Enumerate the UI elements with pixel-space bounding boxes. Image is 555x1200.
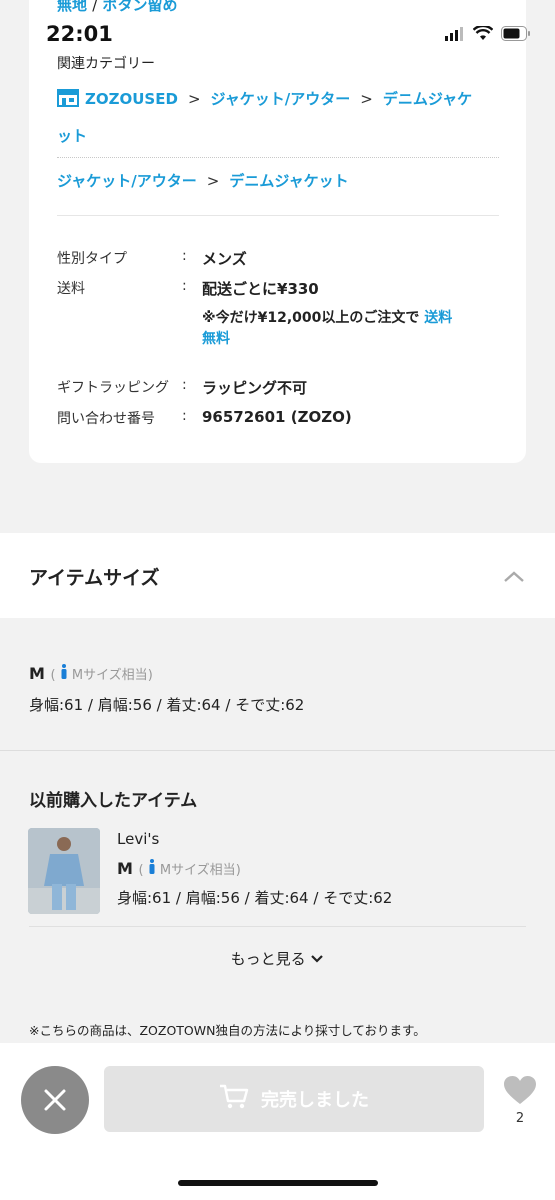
previous-items-title: 以前購入したアイテム xyxy=(29,791,198,811)
size-equivalent: ( Mサイズ相当) xyxy=(139,859,241,878)
spec-value: 96572601 (ZOZO) xyxy=(202,408,352,426)
breadcrumb-zozoused: ZOZOUSED > ジャケット/アウター > デニムジャケット xyxy=(57,82,502,153)
spec-colon: : xyxy=(182,278,187,294)
breadcrumb-category: ジャケット/アウター > デニムジャケット xyxy=(57,164,502,198)
bottom-action-bar: 完売しました 2 xyxy=(0,1043,555,1200)
spec-value: ラッピング不可 xyxy=(202,379,308,397)
sold-out-button: 完売しました xyxy=(104,1066,484,1132)
wifi-icon xyxy=(472,24,494,45)
previous-item-size: M ( Mサイズ相当) xyxy=(117,859,241,878)
size-equivalent-text: Mサイズ相当 xyxy=(159,863,236,878)
heart-icon xyxy=(503,1076,537,1109)
close-button[interactable] xyxy=(21,1066,89,1134)
spec-value: メンズ xyxy=(202,250,247,268)
shipping-note-text: ※今だけ¥12,000以上のご注文で xyxy=(202,310,420,326)
favorite-button[interactable]: 2 xyxy=(502,1075,538,1126)
section-divider xyxy=(0,750,555,751)
show-more-button[interactable]: もっと見る xyxy=(0,948,555,969)
breadcrumb-separator: > xyxy=(187,90,201,108)
previous-item-thumbnail[interactable] xyxy=(28,828,100,914)
person-icon xyxy=(148,859,160,878)
breadcrumb-subcategory-link[interactable]: デニムジャケ xyxy=(383,90,472,108)
divider xyxy=(57,215,499,216)
status-icons xyxy=(445,24,531,45)
spec-label: 性別タイプ xyxy=(57,251,127,267)
breadcrumb-separator: / xyxy=(92,0,98,14)
measurement-footnote: ※こちらの商品は、ZOZOTOWN独自の方法により採寸しております。 xyxy=(29,1023,426,1038)
spec-colon: : xyxy=(182,377,187,393)
signal-icon xyxy=(445,26,465,45)
home-indicator xyxy=(178,1180,378,1186)
breadcrumb-separator: > xyxy=(360,90,373,108)
spec-label: 送料 xyxy=(57,281,85,297)
breadcrumb-shop-link[interactable]: ZOZOUSED xyxy=(85,90,178,108)
size-value: M xyxy=(29,664,45,683)
spec-shipping: 送料 : 配送ごとに¥330 xyxy=(57,278,319,299)
shop-icon xyxy=(57,85,79,119)
size-measurements: 身幅:61 / 肩幅:56 / 着丈:64 / そで丈:62 xyxy=(29,696,305,714)
breadcrumb-category-link[interactable]: ジャケット/アウター xyxy=(57,172,197,190)
divider xyxy=(29,926,526,927)
free-shipping-link-cont[interactable]: 無料 xyxy=(202,331,230,347)
size-label: M ( Mサイズ相当) xyxy=(29,664,153,683)
spec-colon: : xyxy=(182,408,187,424)
spec-colon: : xyxy=(182,248,187,264)
previous-item-measurements: 身幅:61 / 肩幅:56 / 着丈:64 / そで丈:62 xyxy=(117,889,393,907)
status-time: 22:01 xyxy=(46,22,113,46)
person-icon xyxy=(60,664,72,683)
cart-icon xyxy=(219,1084,249,1115)
sold-out-label: 完売しました xyxy=(261,1090,369,1111)
spec-value: 配送ごとに¥330 xyxy=(202,280,319,298)
top-partial-breadcrumb: 無地 / ボタン留め xyxy=(57,0,178,15)
item-size-title: アイテムサイズ xyxy=(29,567,160,589)
status-bar: 無地 / ボタン留め 22:01 xyxy=(0,0,555,54)
spec-inquiry-number: 問い合わせ番号 : 96572601 (ZOZO) xyxy=(57,408,352,428)
free-shipping-link[interactable]: 送料 xyxy=(424,310,452,326)
button-fastening-link[interactable]: ボタン留め xyxy=(103,0,178,14)
spec-label: ギフトラッピング xyxy=(57,380,169,396)
chevron-up-icon[interactable] xyxy=(503,568,525,587)
breadcrumb-subcategory-link[interactable]: デニムジャケット xyxy=(229,172,348,190)
dotted-divider xyxy=(57,157,499,158)
previous-item-brand[interactable]: Levi's xyxy=(117,830,159,848)
close-icon xyxy=(43,1088,67,1116)
breadcrumb-separator: > xyxy=(206,172,220,190)
related-category-label: 関連カテゴリー xyxy=(57,56,155,72)
item-size-details: M ( Mサイズ相当) 身幅:61 / 肩幅:56 / 着丈:64 / そで丈:… xyxy=(0,618,555,750)
breadcrumb-subcategory-link-cont[interactable]: ット xyxy=(57,127,87,145)
spec-gender: 性別タイプ : メンズ xyxy=(57,248,247,269)
battery-icon xyxy=(501,26,531,45)
shipping-note: ※今だけ¥12,000以上のご注文で 送料 無料 xyxy=(202,308,502,350)
show-more-label: もっと見る xyxy=(230,950,306,968)
size-value: M xyxy=(117,859,133,878)
size-equivalent-text: Mサイズ相当 xyxy=(71,668,148,683)
spec-label: 問い合わせ番号 xyxy=(57,411,155,427)
spec-gift-wrapping: ギフトラッピング : ラッピング不可 xyxy=(57,377,307,398)
chevron-down-icon xyxy=(310,950,324,968)
favorite-count: 2 xyxy=(515,1111,525,1126)
product-details-card: 関連カテゴリー ZOZOUSED > ジャケット/アウター > デニムジャケ ット ジャケ… xyxy=(29,0,526,463)
item-size-header[interactable]: アイテムサイズ xyxy=(0,533,555,618)
plain-link[interactable]: 無地 xyxy=(57,0,87,14)
breadcrumb-category-link[interactable]: ジャケット/アウター xyxy=(211,90,351,108)
size-equivalent: ( Mサイズ相当) xyxy=(51,664,153,683)
